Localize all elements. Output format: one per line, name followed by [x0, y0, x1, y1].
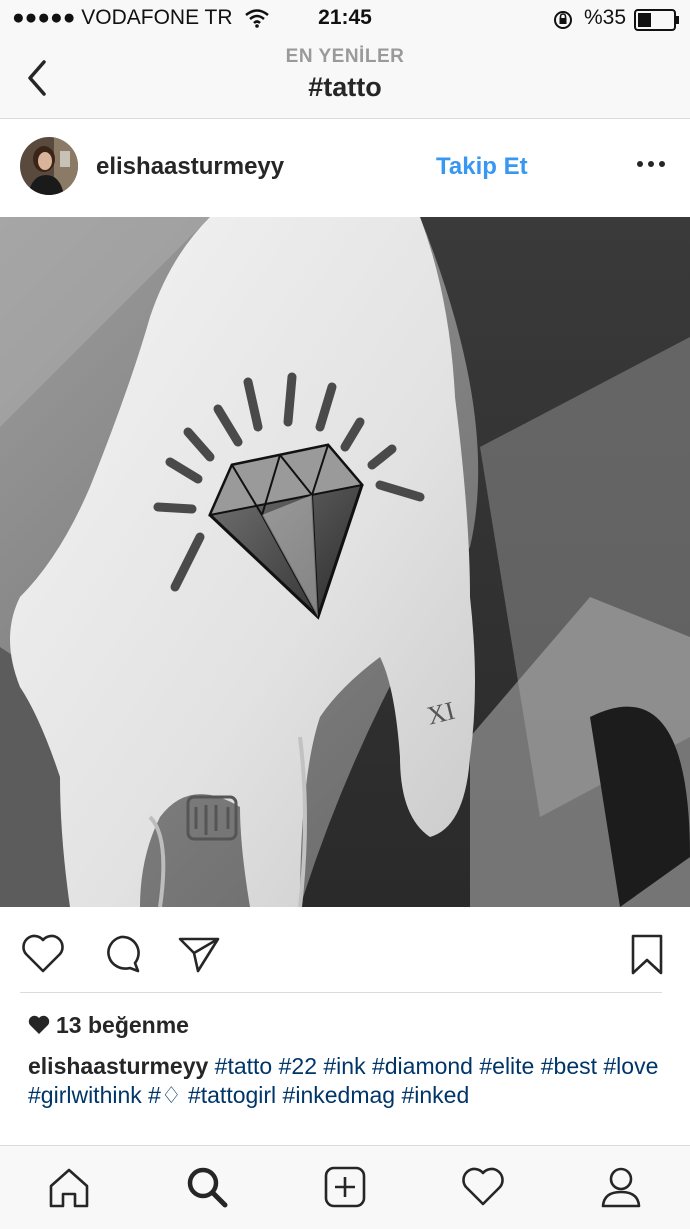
- comment-icon[interactable]: [98, 931, 144, 977]
- post-photo[interactable]: XI: [0, 217, 690, 907]
- nav-bar: EN YENİLER #tatto: [0, 40, 690, 119]
- nav-subtitle: EN YENİLER: [285, 46, 405, 67]
- post-caption: elishaasturmeyy #tatto #22 #ink #diamond…: [28, 1052, 668, 1110]
- post-header: elishaasturmeyy Takip Et: [0, 119, 690, 217]
- caption-username[interactable]: elishaasturmeyy: [28, 1053, 208, 1079]
- bookmark-icon[interactable]: [624, 931, 670, 977]
- search-icon[interactable]: [184, 1164, 230, 1210]
- add-icon[interactable]: [322, 1164, 368, 1210]
- more-horizontal-icon[interactable]: [632, 149, 672, 179]
- follow-button[interactable]: Takip Et: [436, 153, 528, 181]
- likes-count[interactable]: 13 beğenme: [28, 1012, 189, 1039]
- rotation-lock-icon: [554, 11, 572, 29]
- heart-filled-icon: [28, 1015, 50, 1034]
- divider: [20, 992, 662, 993]
- post-actions: [0, 907, 690, 993]
- likes-label: 13 beğenme: [56, 1012, 189, 1038]
- battery-percent: %35: [584, 6, 627, 29]
- post-username[interactable]: elishaasturmeyy: [96, 153, 284, 181]
- activity-icon[interactable]: [460, 1164, 506, 1210]
- status-bar: ●●●●● VODAFONE TR 21:45 %35: [0, 0, 690, 40]
- heart-icon[interactable]: [20, 931, 66, 977]
- send-icon[interactable]: [176, 931, 222, 977]
- avatar[interactable]: [20, 137, 78, 195]
- battery-icon: [634, 9, 679, 31]
- profile-icon[interactable]: [598, 1164, 644, 1210]
- home-icon[interactable]: [46, 1164, 92, 1210]
- tab-bar: [0, 1145, 690, 1229]
- page-title: #tatto: [308, 72, 382, 102]
